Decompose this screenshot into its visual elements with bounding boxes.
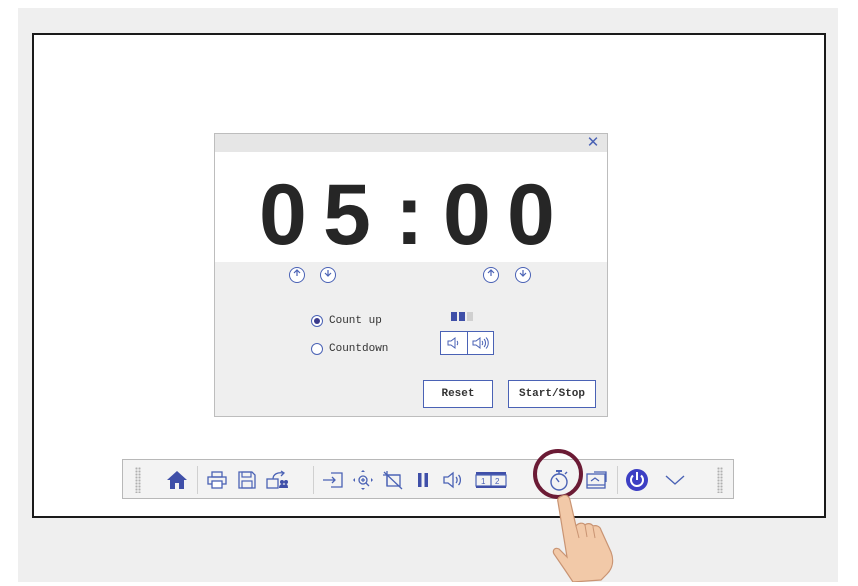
freeze-off-icon (383, 471, 403, 490)
save-icon (238, 471, 256, 489)
count-up-label: Count up (329, 315, 382, 327)
volume-low-icon (447, 337, 458, 349)
freeze-button[interactable] (379, 467, 407, 493)
power-icon (626, 469, 648, 491)
share-button[interactable] (263, 467, 291, 493)
count-up-radio[interactable] (311, 315, 323, 327)
minutes-ones-digit: 5 (323, 167, 371, 263)
pause-button[interactable] (409, 467, 437, 493)
arrow-up-icon (487, 269, 495, 276)
volume-controls (440, 331, 494, 355)
svg-text:2: 2 (495, 477, 500, 486)
split-screen-icon: 1 2 (475, 472, 507, 488)
bottom-toolbar: 1 2 (122, 459, 734, 499)
time-separator: : (395, 167, 424, 263)
timer-button[interactable] (545, 467, 573, 493)
input-source-icon (323, 472, 343, 488)
screenshot-icon (586, 471, 607, 489)
timer-icon (550, 470, 568, 491)
volume-level-indicator (451, 312, 473, 321)
countdown-option[interactable]: Countdown (311, 341, 388, 357)
timer-dialog: ✕ 0 5 : 0 0 Count up Countdown Reset Sta… (214, 133, 608, 417)
print-button[interactable] (203, 467, 231, 493)
more-button[interactable] (661, 467, 689, 493)
zoom-move-icon (353, 470, 373, 490)
countdown-label: Countdown (329, 343, 389, 355)
seconds-down-button[interactable] (515, 267, 531, 283)
save-button[interactable] (233, 467, 261, 493)
volume-bar-3 (467, 312, 473, 321)
reset-button[interactable]: Reset (423, 380, 493, 408)
seconds-ones-digit: 0 (507, 167, 555, 263)
seconds-tens-digit: 0 (443, 167, 491, 263)
arrow-down-icon (519, 270, 527, 277)
toolbar-separator (197, 466, 198, 494)
chevron-down-icon (665, 475, 685, 485)
toolbar-separator (617, 466, 618, 494)
power-button[interactable] (623, 467, 651, 493)
home-button[interactable] (163, 467, 191, 493)
volume-high-icon (472, 337, 489, 349)
close-icon[interactable]: ✕ (585, 135, 601, 151)
volume-bar-2 (459, 312, 465, 321)
arrow-up-icon (293, 269, 301, 276)
volume-button[interactable] (439, 467, 467, 493)
time-display: 0 5 : 0 0 (215, 152, 607, 262)
volume-icon (443, 471, 462, 489)
volume-down-button[interactable] (441, 332, 468, 354)
svg-text:1: 1 (481, 477, 486, 486)
toolbar-separator (313, 466, 314, 494)
zoom-move-button[interactable] (349, 467, 377, 493)
home-icon (167, 471, 187, 489)
countdown-radio[interactable] (311, 343, 323, 355)
start-stop-button[interactable]: Start/Stop (508, 380, 596, 408)
dialog-titlebar: ✕ (215, 134, 607, 152)
input-source-button[interactable] (319, 467, 347, 493)
volume-bar-1 (451, 312, 457, 321)
minutes-down-button[interactable] (320, 267, 336, 283)
toolbar-grip-left[interactable] (135, 467, 141, 493)
toolbar-grip-right[interactable] (717, 467, 723, 493)
seconds-up-button[interactable] (483, 267, 499, 283)
print-icon (207, 471, 227, 489)
share-icon (266, 470, 288, 489)
arrow-down-icon (324, 270, 332, 277)
volume-up-button[interactable] (468, 332, 494, 354)
split-screen-button[interactable]: 1 2 (473, 467, 509, 493)
minutes-up-button[interactable] (289, 267, 305, 283)
count-up-option[interactable]: Count up (311, 313, 382, 329)
minutes-tens-digit: 0 (259, 167, 307, 263)
pause-icon (418, 473, 428, 487)
screenshot-button[interactable] (583, 467, 611, 493)
